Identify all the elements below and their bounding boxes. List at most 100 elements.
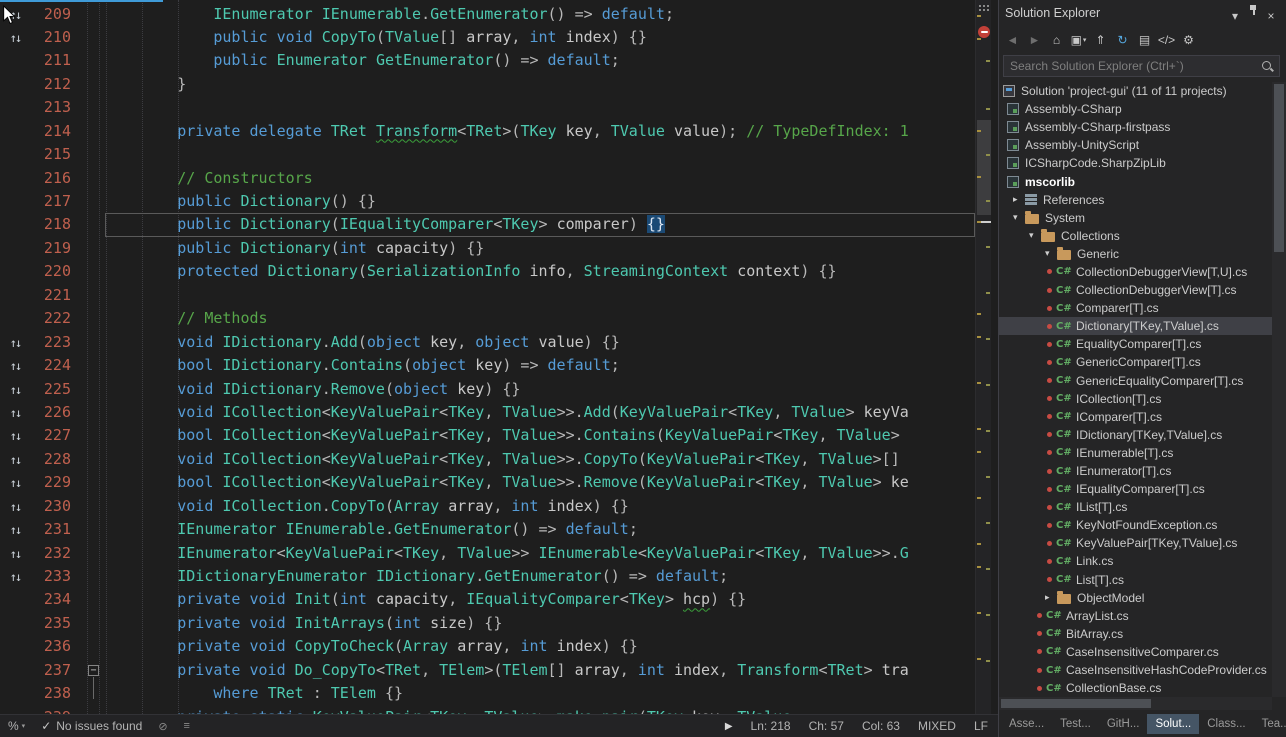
breakpoint-margin[interactable]	[0, 635, 30, 658]
code-line[interactable]: ↑↓227 bool ICollection<KeyValuePair<TKey…	[0, 424, 975, 447]
code-line[interactable]: ↑↓223 void IDictionary.Add(object key, o…	[0, 331, 975, 354]
breakpoint-margin[interactable]: ↑↓	[0, 331, 30, 354]
character-indicator[interactable]: Ch: 57	[809, 719, 844, 733]
code-line[interactable]: 221	[0, 284, 975, 307]
notifications-icon[interactable]: ⊘	[158, 720, 167, 733]
tree-item[interactable]: C#IEnumerable[T].cs	[999, 444, 1272, 462]
breakpoint-margin[interactable]	[0, 659, 30, 682]
code-line[interactable]: 235 private void InitArrays(int size) {}	[0, 612, 975, 635]
chevron-expanded-icon[interactable]: ▾	[1013, 212, 1025, 223]
tree-item[interactable]: ▾Generic	[999, 245, 1272, 263]
tree-item[interactable]: C#GenericComparer[T].cs	[999, 353, 1272, 371]
breakpoint-margin[interactable]	[0, 284, 30, 307]
tree-horizontal-scrollbar[interactable]	[999, 697, 1272, 710]
issues-indicator[interactable]: ✓ No issues found	[41, 719, 142, 733]
breakpoint-margin[interactable]: ↑↓	[0, 424, 30, 447]
splitter-grip-icon[interactable]	[979, 5, 981, 7]
panel-tab[interactable]: Tea...	[1254, 714, 1286, 734]
panel-tab[interactable]: Solut...	[1147, 714, 1199, 734]
scrollbar-thumb[interactable]	[1001, 699, 1151, 708]
panel-tab[interactable]: Asse...	[1001, 714, 1052, 734]
breakpoint-margin[interactable]	[0, 612, 30, 635]
code-line[interactable]: ↑↓226 void ICollection<KeyValuePair<TKey…	[0, 401, 975, 424]
code-line[interactable]: ↑↓209 IEnumerator IEnumerable.GetEnumera…	[0, 3, 975, 26]
code-line[interactable]: ↑↓228 void ICollection<KeyValuePair<TKey…	[0, 448, 975, 471]
fold-collapse-button[interactable]: −	[88, 665, 99, 676]
tree-item[interactable]: C#CaseInsensitiveHashCodeProvider.cs	[999, 661, 1272, 679]
encoding-indicator[interactable]: MIXED	[918, 719, 956, 733]
code-line[interactable]: ↑↓225 void IDictionary.Remove(object key…	[0, 378, 975, 401]
back-button[interactable]: ◄	[1002, 29, 1023, 50]
code-line[interactable]: ↑↓233 IDictionaryEnumerator IDictionary.…	[0, 565, 975, 588]
tree-item[interactable]: C#CaseInsensitiveComparer.cs	[999, 643, 1272, 661]
tree-item[interactable]: C#IEqualityComparer[T].cs	[999, 480, 1272, 498]
search-input[interactable]	[1004, 59, 1256, 73]
code-line[interactable]: ↑↓232 IEnumerator<KeyValuePair<TKey, TVa…	[0, 542, 975, 565]
tree-item[interactable]: C#ArrayList.cs	[999, 607, 1272, 625]
breakpoint-margin[interactable]: ↑↓	[0, 565, 30, 588]
line-ending-indicator[interactable]: LF	[974, 719, 988, 733]
chevron-expanded-icon[interactable]: ▾	[1029, 230, 1041, 241]
line-indicator[interactable]: Ln: 218	[751, 719, 791, 733]
code-line[interactable]: 237 private void Do_CopyTo<TRet, TElem>(…	[0, 659, 975, 682]
breakpoint-margin[interactable]: ↑↓	[0, 378, 30, 401]
breakpoint-margin[interactable]	[0, 73, 30, 96]
tree-item[interactable]: C#Link.cs	[999, 552, 1272, 570]
code-line[interactable]: 218 public Dictionary(IEqualityComparer<…	[0, 213, 975, 236]
code-line[interactable]: 220 protected Dictionary(SerializationIn…	[0, 260, 975, 283]
tree-item[interactable]: C#IEnumerator[T].cs	[999, 462, 1272, 480]
tree-item[interactable]: C#Dictionary[TKey,TValue].cs	[999, 317, 1272, 335]
window-position-button[interactable]: ▾	[1226, 7, 1244, 25]
breakpoint-margin[interactable]: ↑↓	[0, 518, 30, 541]
tree-item[interactable]: C#IDictionary[TKey,TValue].cs	[999, 426, 1272, 444]
code-line[interactable]: 214 private delegate TRet Transform<TRet…	[0, 120, 975, 143]
code-line[interactable]: 239 private static KeyValuePair<TKey, TV…	[0, 706, 975, 714]
search-box[interactable]	[1003, 55, 1280, 77]
panel-title-bar[interactable]: Solution Explorer ▾×	[999, 0, 1286, 26]
collapse-all-button[interactable]: ⇑	[1090, 29, 1111, 50]
code-line[interactable]: 219 public Dictionary(int capacity) {}	[0, 237, 975, 260]
tree-item[interactable]: Assembly-CSharp-firstpass	[999, 118, 1272, 136]
breakpoint-margin[interactable]	[0, 190, 30, 213]
tree-item[interactable]: mscorlib	[999, 172, 1272, 190]
tree-item[interactable]: C#BitArray.cs	[999, 625, 1272, 643]
code-editor[interactable]: ↑↓209 IEnumerator IEnumerable.GetEnumera…	[0, 0, 975, 714]
tree-item[interactable]: C#KeyNotFoundException.cs	[999, 516, 1272, 534]
breakpoint-margin[interactable]	[0, 120, 30, 143]
zoom-control[interactable]: % ▾	[8, 719, 25, 733]
panel-sash[interactable]	[991, 0, 998, 714]
code-line[interactable]: 215	[0, 143, 975, 166]
breakpoint-margin[interactable]: ↑↓	[0, 354, 30, 377]
chevron-collapsed-icon[interactable]: ▸	[1045, 592, 1057, 603]
chevron-expanded-icon[interactable]: ▾	[1045, 248, 1057, 259]
code-line[interactable]: 213	[0, 96, 975, 119]
breakpoint-margin[interactable]	[0, 706, 30, 714]
search-icon[interactable]	[1261, 60, 1274, 73]
breakpoint-margin[interactable]	[0, 49, 30, 72]
panel-tab[interactable]: Class...	[1199, 714, 1253, 734]
code-line[interactable]: 238 where TRet : TElem {}	[0, 682, 975, 705]
tree-item[interactable]: C#IList[T].cs	[999, 498, 1272, 516]
breakpoint-margin[interactable]: ↑↓	[0, 471, 30, 494]
pin-button[interactable]	[1244, 2, 1262, 20]
chevron-collapsed-icon[interactable]: ▸	[1013, 194, 1025, 205]
close-button[interactable]: ×	[1262, 7, 1280, 25]
code-line[interactable]: 216 // Constructors	[0, 167, 975, 190]
tree-item[interactable]: C#Comparer[T].cs	[999, 299, 1272, 317]
tree-item[interactable]: C#GenericEqualityComparer[T].cs	[999, 372, 1272, 390]
breakpoint-margin[interactable]	[0, 213, 30, 236]
home-button[interactable]: ⌂	[1046, 29, 1067, 50]
tree-item[interactable]: ▸References	[999, 191, 1272, 209]
tree-item[interactable]: C#IComparer[T].cs	[999, 408, 1272, 426]
panel-tab[interactable]: Test...	[1052, 714, 1099, 734]
breakpoint-margin[interactable]: ↑↓	[0, 495, 30, 518]
code-line[interactable]: ↑↓210 public void CopyTo(TValue[] array,…	[0, 26, 975, 49]
tree-item[interactable]: C#List[T].cs	[999, 571, 1272, 589]
switch-views-button[interactable]: ▣▾	[1068, 29, 1089, 50]
breakpoint-margin[interactable]	[0, 167, 30, 190]
breakpoint-margin[interactable]	[0, 96, 30, 119]
tree-item[interactable]: ICSharpCode.SharpZipLib	[999, 154, 1272, 172]
tree-item[interactable]: C#CollectionDebuggerView[T,U].cs	[999, 263, 1272, 281]
breakpoint-margin[interactable]	[0, 143, 30, 166]
panel-tab[interactable]: GitH...	[1099, 714, 1148, 734]
